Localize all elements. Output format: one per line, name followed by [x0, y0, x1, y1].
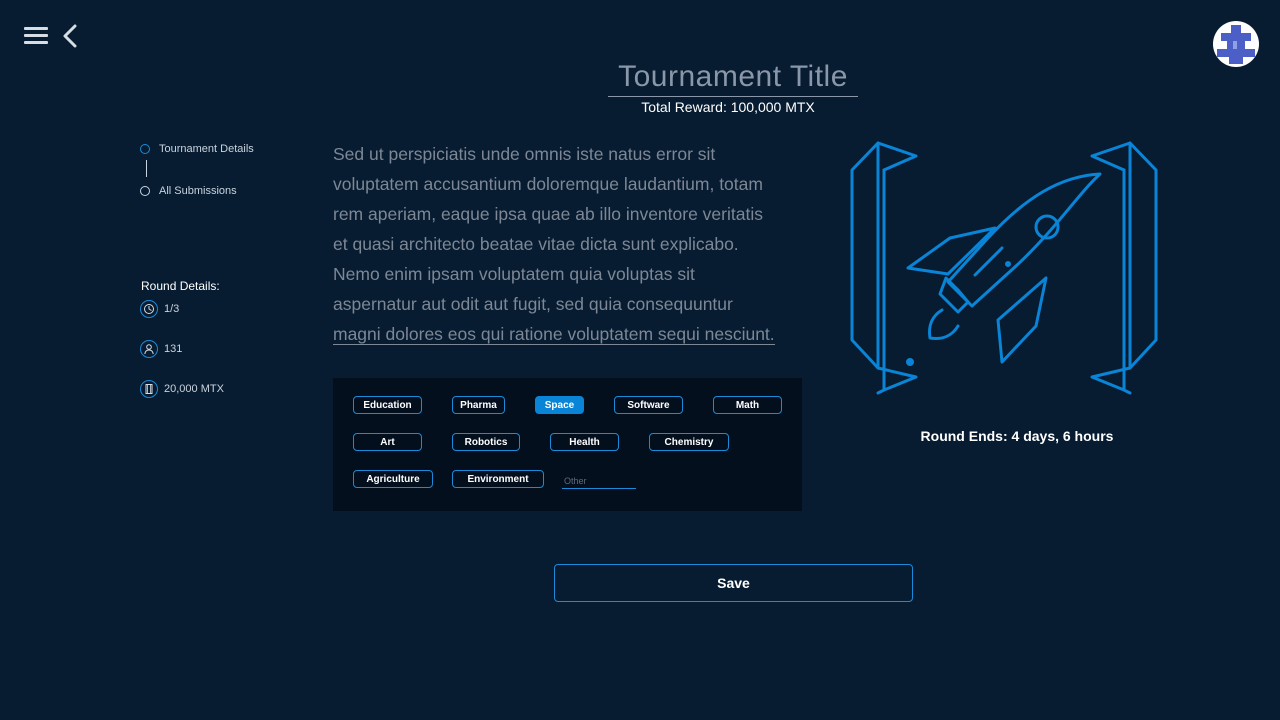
description-line: et quasi architecto beatae vitae dicta s… [333, 234, 739, 254]
description-line: aspernatur aut odit aut fugit, sed quia … [333, 294, 733, 314]
tag-pharma[interactable]: Pharma [452, 396, 505, 414]
step-connector [146, 160, 147, 177]
participants-detail: 131 [140, 340, 182, 358]
tag-software[interactable]: Software [614, 396, 683, 414]
description-line: rem aperiam, eaque ipsa quae ab illo inv… [333, 204, 763, 224]
title-container: Tournament Title [608, 58, 858, 97]
step-tournament-details[interactable]: Tournament Details [140, 143, 254, 155]
rocket-icon [850, 140, 1160, 398]
banner-icon [140, 380, 158, 398]
round-reward-value: 20,000 MTX [164, 383, 224, 395]
tag-environment[interactable]: Environment [452, 470, 544, 488]
step-all-submissions[interactable]: All Submissions [140, 185, 237, 197]
tag-agriculture[interactable]: Agriculture [353, 470, 433, 488]
tag-math[interactable]: Math [713, 396, 782, 414]
tag-art[interactable]: Art [353, 433, 422, 451]
hamburger-menu-icon[interactable] [24, 25, 48, 47]
participants-value: 131 [164, 343, 183, 355]
description-line: Nemo enim ipsam voluptatem quia voluptas… [333, 264, 695, 284]
avatar-pattern-icon [1217, 25, 1255, 64]
tag-robotics[interactable]: Robotics [452, 433, 520, 451]
round-number-detail: 1/3 [140, 300, 179, 318]
chevron-left-icon[interactable] [60, 24, 80, 48]
round-progress-icon [140, 300, 158, 318]
other-tag-input[interactable] [562, 474, 636, 489]
save-button[interactable]: Save [554, 564, 913, 602]
round-reward-detail: 20,000 MTX [140, 380, 224, 398]
tag-chemistry[interactable]: Chemistry [649, 433, 729, 451]
step-indicator-icon [140, 144, 150, 154]
round-details-label: Round Details: [141, 279, 220, 293]
tag-space[interactable]: Space [535, 396, 584, 414]
description-line: Sed ut perspiciatis unde omnis iste natu… [333, 144, 716, 164]
description-line: voluptatem accusantium doloremque laudan… [333, 174, 763, 194]
tag-health[interactable]: Health [550, 433, 619, 451]
total-reward: Total Reward: 100,000 MTX [641, 99, 815, 115]
user-icon [140, 340, 158, 358]
tag-education[interactable]: Education [353, 396, 422, 414]
avatar[interactable] [1213, 21, 1259, 67]
category-tags-panel: Education Pharma Space Software Math Art… [333, 378, 802, 511]
description-line: magni dolores eos qui ratione voluptatem… [333, 324, 775, 345]
step-label: Tournament Details [159, 143, 254, 155]
step-label: All Submissions [159, 185, 237, 197]
round-number-value: 1/3 [164, 303, 180, 315]
round-ends-countdown: Round Ends: 4 days, 6 hours [920, 428, 1114, 444]
step-indicator-icon [140, 186, 150, 196]
page-title[interactable]: Tournament Title [608, 58, 858, 97]
tournament-description[interactable]: Sed ut perspiciatis unde omnis iste natu… [333, 139, 803, 349]
